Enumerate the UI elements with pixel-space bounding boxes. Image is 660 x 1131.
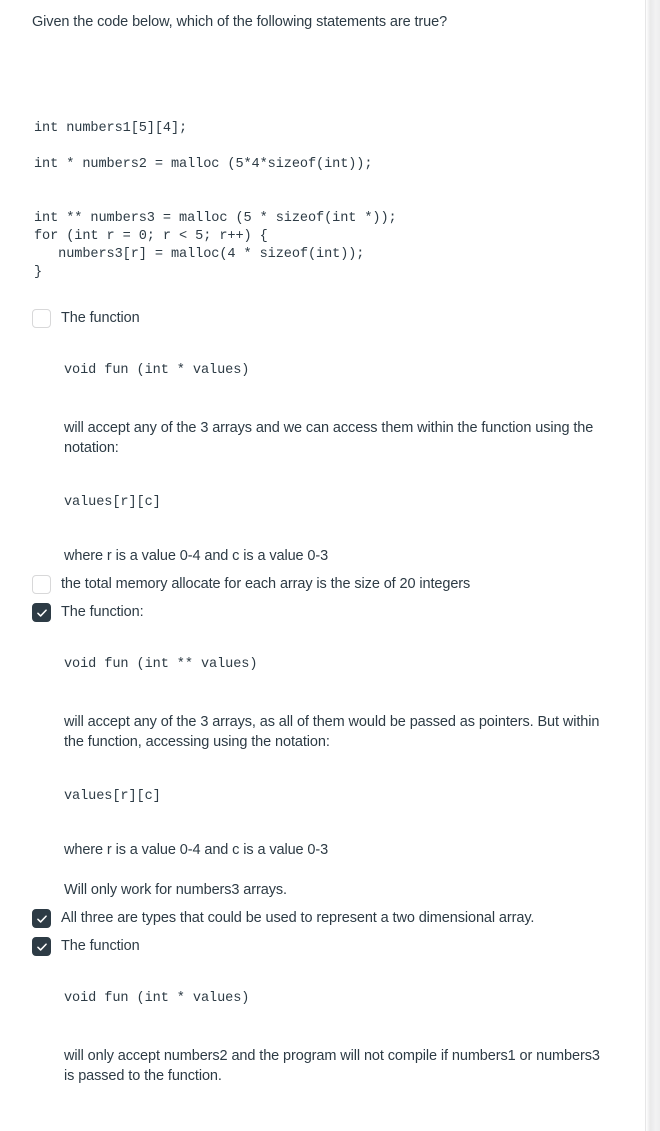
answer-option-5[interactable]: The function xyxy=(0,936,645,957)
answer-option-3-paragraph-1: will accept any of the 3 arrays, as all … xyxy=(64,714,600,751)
quiz-question-panel: Given the code below, which of the follo… xyxy=(0,0,645,1131)
answer-options-list: The function void fun (int * values) wil… xyxy=(0,308,645,1086)
answer-option-5-signature: void fun (int * values) xyxy=(64,991,250,1007)
answer-option-1-notation: values[r][c] xyxy=(64,495,161,511)
answer-option-5-label: The function xyxy=(61,938,140,955)
code-block-numbers2: int * numbers2 = malloc (5*4*sizeof(int)… xyxy=(34,157,373,173)
answer-option-2[interactable]: the total memory allocate for each array… xyxy=(0,574,645,595)
answer-option-3-paragraph-3: Will only work for numbers3 arrays. xyxy=(64,882,287,899)
question-prompt: Given the code below, which of the follo… xyxy=(32,14,448,30)
answer-option-3[interactable]: The function: xyxy=(0,602,645,623)
answer-option-2-label: the total memory allocate for each array… xyxy=(61,576,471,593)
checkbox-checked-icon[interactable] xyxy=(32,909,51,929)
answer-option-4-label: All three are types that could be used t… xyxy=(61,910,535,927)
answer-option-3-body: void fun (int ** values) will accept any… xyxy=(0,622,645,900)
answer-option-1[interactable]: The function xyxy=(0,308,645,329)
answer-option-4[interactable]: All three are types that could be used t… xyxy=(0,908,645,929)
answer-option-1-paragraph-2: where r is a value 0-4 and c is a value … xyxy=(64,548,329,565)
answer-option-3-signature: void fun (int ** values) xyxy=(64,657,258,673)
code-block-numbers1: int numbers1[5][4]; xyxy=(34,121,188,137)
answer-option-3-label: The function: xyxy=(61,604,144,621)
answer-option-1-signature: void fun (int * values) xyxy=(64,363,250,379)
answer-option-1-body: void fun (int * values) will accept any … xyxy=(0,328,645,566)
answer-option-3-notation: values[r][c] xyxy=(64,789,161,805)
answer-option-3-paragraph-2: where r is a value 0-4 and c is a value … xyxy=(64,842,329,859)
answer-option-5-paragraph-1: will only accept numbers2 and the progra… xyxy=(64,1048,600,1085)
checkbox-checked-icon[interactable] xyxy=(32,937,51,957)
checkbox-unchecked-icon[interactable] xyxy=(32,309,51,329)
answer-option-1-label: The function xyxy=(61,310,140,327)
page-right-edge xyxy=(645,0,660,1131)
checkbox-unchecked-icon[interactable] xyxy=(32,575,51,595)
answer-option-5-body: void fun (int * values) will only accept… xyxy=(0,956,645,1086)
answer-option-1-paragraph-1: will accept any of the 3 arrays and we c… xyxy=(64,420,594,457)
checkbox-checked-icon[interactable] xyxy=(32,603,51,623)
code-block-numbers3: int ** numbers3 = malloc (5 * sizeof(int… xyxy=(34,211,397,281)
